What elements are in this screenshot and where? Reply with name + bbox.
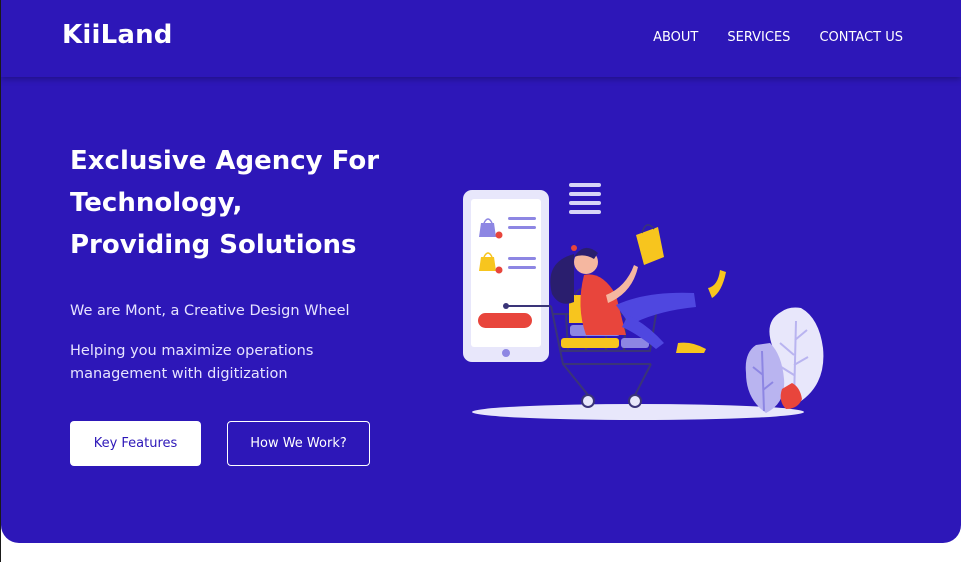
headline-line-1: Exclusive Agency For — [70, 146, 380, 176]
hero-tagline: We are Mont, a Creative Design Wheel — [70, 303, 350, 319]
nav-links: ABOUT SERVICES CONTACT US — [653, 30, 903, 45]
headline-line-3: Providing Solutions — [70, 230, 357, 260]
nav-contact-link[interactable]: CONTACT US — [819, 30, 903, 45]
nav-about-link[interactable]: ABOUT — [653, 30, 698, 45]
hero-section: KiiLand ABOUT SERVICES CONTACT US Exclus… — [1, 0, 961, 543]
shopping-bag-icon — [636, 224, 664, 265]
how-we-work-button[interactable]: How We Work? — [227, 421, 370, 466]
logo[interactable]: KiiLand — [62, 20, 173, 50]
nav-services-link[interactable]: SERVICES — [727, 30, 790, 45]
navbar: KiiLand ABOUT SERVICES CONTACT US — [1, 0, 961, 77]
shopping-cart-illustration — [463, 183, 824, 420]
hero-subtext: Helping you maximize operations manageme… — [70, 343, 314, 382]
headline-line-2: Technology, — [70, 188, 243, 218]
key-features-button[interactable]: Key Features — [70, 421, 201, 466]
plant-icon — [745, 307, 824, 413]
phone-icon — [463, 190, 549, 362]
menu-lines-icon — [569, 183, 601, 214]
hero-headline: Exclusive Agency For Technology, Providi… — [70, 140, 410, 266]
